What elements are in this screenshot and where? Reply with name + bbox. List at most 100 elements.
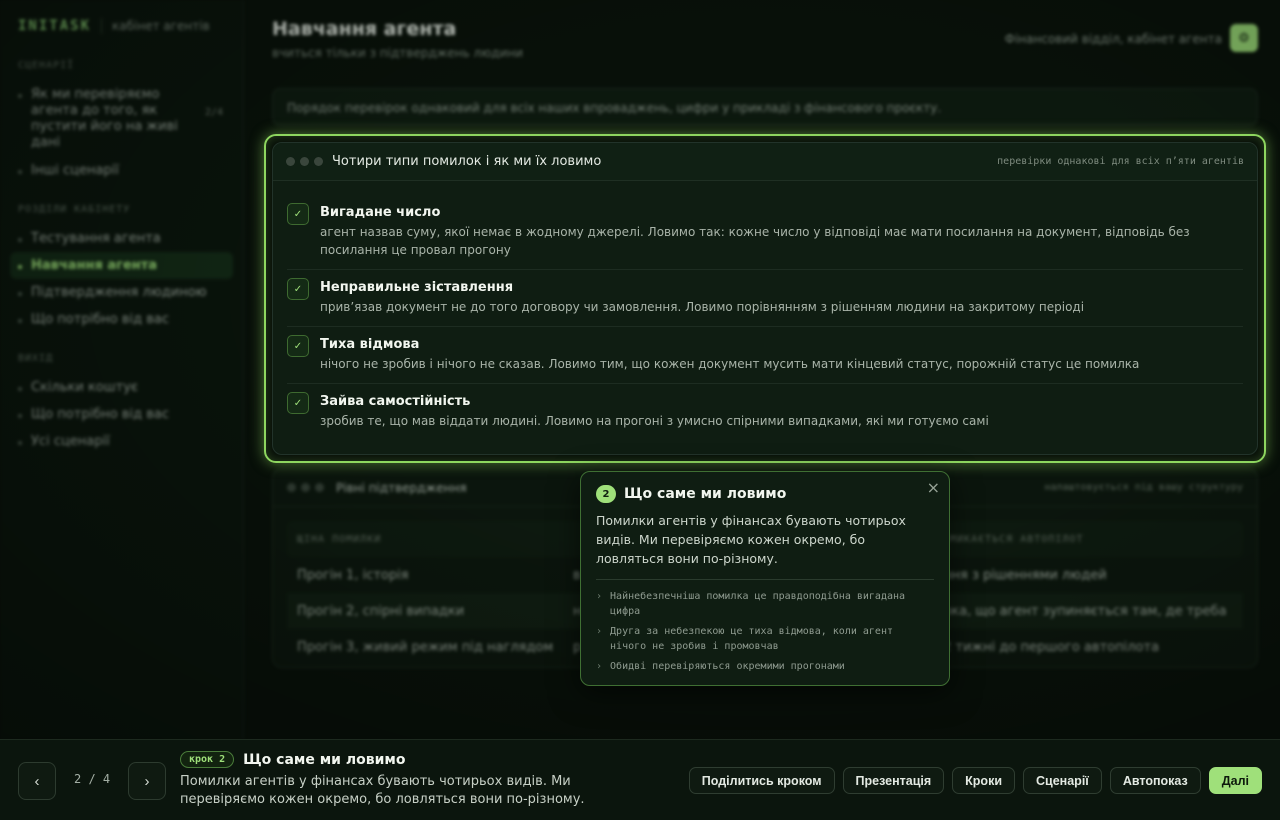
next-step-arrow-button[interactable]: › [128, 762, 166, 800]
checkmark-icon: ✓ [287, 278, 309, 300]
error-types-card-meta: перевірки однакові для всіх п’яти агенті… [997, 156, 1244, 167]
list-item: ✓ Вигадане число агент назвав суму, якої… [287, 195, 1243, 270]
step-badge: крок 2 [180, 751, 235, 768]
notice-banner: Порядок перевірок однаковий для всіх наш… [272, 88, 1258, 126]
bullet-text: Друга за небезпекою це тиха відмова, кол… [610, 626, 893, 652]
checkmark-icon: ✓ [287, 392, 309, 414]
step-title: Що саме ми ловимо [243, 751, 406, 768]
sidebar-item-other-scenarios[interactable]: Інші сценарії [10, 157, 233, 184]
sidebar-section-cabinet: РОЗДІЛИ КАБІНЕТУ [18, 204, 131, 215]
sidebar-item-all-scenarios[interactable]: Усі сценарії [10, 428, 233, 455]
sidebar-item-training[interactable]: Навчання агента [10, 252, 233, 279]
sidebar-item-requirements-exit[interactable]: Що потрібно від вас [10, 401, 233, 428]
bullet-icon [18, 387, 22, 391]
context-label: Фінансовий відділ, кабінет агента [1004, 32, 1222, 46]
list-item: ✓ Неправильне зіставлення прив’язав доку… [287, 270, 1243, 327]
bullet-icon [18, 414, 22, 418]
popover-title: Що саме ми ловимо [624, 486, 787, 502]
table-cell: ння з рішеннями людей [943, 567, 1107, 583]
sidebar-item-requirements[interactable]: Що потрібно від вас [10, 306, 233, 333]
close-icon[interactable]: × [927, 478, 940, 497]
error-description: нічого не зробив і нічого не сказав. Лов… [320, 357, 1140, 371]
sidebar-section-scenarios: СЦЕНАРІЇ [18, 60, 75, 71]
checkmark-icon: ✓ [287, 203, 309, 225]
sidebar-item-label: Скільки коштує [31, 380, 139, 395]
popover-bullets: › Найнебезпечніша помилка це правдоподіб… [596, 589, 934, 674]
sidebar-item-label: Що потрібно від вас [31, 312, 169, 327]
table-cell: Прогін 3, живий режим під наглядом [297, 639, 554, 655]
list-item: ✓ Тиха відмова нічого не зробив і нічого… [287, 327, 1243, 384]
step-info: крок 2 Що саме ми ловимо Помилки агентів… [180, 751, 600, 809]
list-item: ✓ Зайва самостійність зробив те, що мав … [287, 384, 1243, 440]
tour-popover: × 2 Що саме ми ловимо Помилки агентів у … [580, 471, 950, 686]
sidebar-item-current-scenario[interactable]: Як ми перевіряємо агента до того, як пус… [10, 81, 233, 157]
popover-body: Помилки агентів у фінансах бувають чотир… [596, 513, 906, 566]
bullet-icon [18, 319, 22, 323]
sidebar-item-pricing[interactable]: Скільки коштує [10, 374, 233, 401]
error-types-card-title: Чотири типи помилок і як ми їх ловимо [332, 154, 602, 169]
sidebar-item-label: Підтвердження людиною [31, 285, 207, 300]
bullet-icon [18, 94, 22, 98]
error-title: Тиха відмова [320, 337, 420, 352]
list-item: › Найнебезпечніша помилка це правдоподіб… [596, 589, 934, 619]
table-cell: Прогін 1, історія [297, 567, 409, 583]
header-context: Фінансовий відділ, кабінет агента ⚙ [1004, 24, 1258, 52]
error-description: прив’язав документ не до того договору ч… [320, 300, 1085, 314]
bullet-text: Найнебезпечніша помилка це правдоподібна… [610, 591, 906, 617]
error-text: Тиха відмова нічого не зробив і нічого н… [320, 335, 1139, 373]
error-title: Зайва самостійність [320, 394, 471, 409]
chevron-right-icon: › [596, 661, 603, 672]
error-types-card: Чотири типи помилок і як ми їх ловимо пе… [272, 142, 1258, 455]
bullet-icon [18, 170, 22, 174]
levels-card-meta: налаштовується під вашу структуру [1044, 482, 1243, 493]
step-heading: крок 2 Що саме ми ловимо [180, 751, 600, 768]
error-text: Вигадане число агент назвав суму, якої н… [320, 203, 1243, 259]
bullet-icon [18, 238, 22, 242]
column-header: ЩІНА ПОМИЛКИ [297, 533, 382, 545]
window-dots-icon [287, 483, 324, 492]
brand-logo[interactable]: INITASK [18, 18, 91, 34]
bullet-icon [18, 265, 22, 269]
next-button[interactable]: Далі [1208, 767, 1262, 794]
list-item: › Друга за небезпекою це тиха відмова, к… [596, 624, 934, 654]
sidebar-item-label: Як ми перевіряємо агента до того, як пус… [31, 87, 178, 150]
scenario-progress: 2/4 [204, 107, 223, 118]
scenarios-button[interactable]: Сценарії [1023, 767, 1102, 794]
chevron-right-icon: › [596, 626, 603, 637]
step-number-badge: 2 [596, 485, 616, 503]
step-description: Помилки агентів у фінансах бувають чотир… [180, 774, 585, 807]
checkmark-icon: ✓ [287, 335, 309, 357]
table-cell: Прогін 2, спірні випадки [297, 603, 465, 619]
error-title: Вигадане число [320, 205, 441, 220]
table-cell: 2 тижні до першого автопілота [943, 639, 1160, 655]
sidebar-item-label: Тестування агента [31, 231, 161, 246]
sidebar-item-label: Що потрібно від вас [31, 407, 169, 422]
popover-header: 2 Що саме ми ловимо [596, 485, 934, 503]
error-list: ✓ Вигадане число агент назвав суму, якої… [273, 181, 1257, 440]
presentation-button[interactable]: Презентація [842, 767, 945, 794]
sidebar-item-label: Усі сценарії [31, 434, 110, 449]
error-description: зробив те, що мав віддати людині. Ловимо… [320, 414, 989, 428]
brand: INITASK кабінет агентів [10, 18, 233, 34]
share-step-button[interactable]: Поділитись кроком [688, 767, 835, 794]
window-dots-icon [286, 157, 323, 166]
autoplay-button[interactable]: Автопоказ [1109, 767, 1201, 794]
table-cell: рка, що агент зупиняється там, де треба [943, 603, 1227, 619]
sidebar: INITASK кабінет агентів СЦЕНАРІЇ Як ми п… [0, 0, 244, 740]
sidebar-item-testing[interactable]: Тестування агента [10, 225, 233, 252]
bullet-text: Обидві перевіряються окремими прогонами [610, 661, 845, 672]
divider [596, 579, 934, 580]
levels-card-title: Рівні підтвердження [336, 480, 467, 495]
steps-button[interactable]: Кроки [952, 767, 1016, 794]
error-types-card-header: Чотири типи помилок і як ми їх ловимо пе… [273, 143, 1257, 181]
prev-step-button[interactable]: ‹ [18, 762, 56, 800]
gear-icon[interactable]: ⚙ [1230, 24, 1258, 52]
chevron-right-icon: › [596, 591, 603, 602]
error-title: Неправильне зіставлення [320, 280, 514, 295]
sidebar-item-human-approval[interactable]: Підтвердження людиною [10, 279, 233, 306]
error-text: Зайва самостійність зробив те, що мав ві… [320, 392, 989, 430]
page-subtitle: вчиться тільки з підтверджень людини [272, 46, 524, 60]
tour-actions: Поділитись кроком Презентація Кроки Сцен… [688, 767, 1262, 794]
bullet-icon [18, 292, 22, 296]
error-text: Неправильне зіставлення прив’язав докуме… [320, 278, 1084, 316]
